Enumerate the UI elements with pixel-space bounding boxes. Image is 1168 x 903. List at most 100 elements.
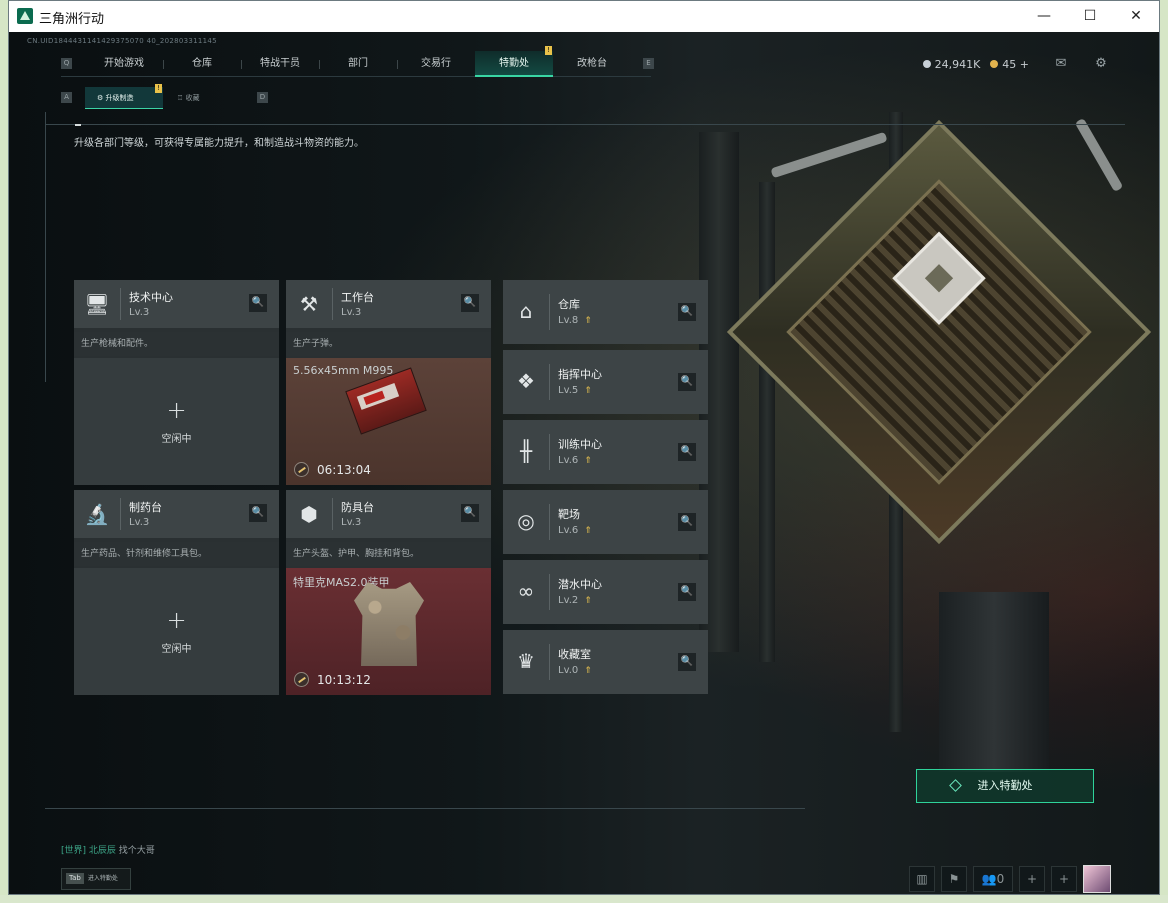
idle-slot[interactable]: + 空闲中 — [74, 358, 279, 485]
game-scene: CN.UID1844431141429375070 40_20280331114… — [9, 32, 1159, 894]
search-icon[interactable]: 🔍 — [249, 504, 267, 522]
subnav-next-key[interactable]: D — [257, 92, 268, 103]
tab-department[interactable]: 部门 — [319, 51, 397, 77]
subtab-collection[interactable]: ♖ 收藏 — [165, 87, 243, 109]
upgrade-arrow-icon: ⇑ — [584, 456, 592, 466]
production-timer: 10:13:12 — [294, 672, 371, 687]
room-level-value: Lv.6 — [558, 525, 579, 536]
workshop-card-armor[interactable]: ⬢ 防具台 Lv.3 🔍 生产头盔、护甲、胸挂和背包。 特里克MAS2.0装甲 … — [286, 490, 491, 695]
add-currency-button[interactable]: + — [1020, 58, 1029, 71]
search-icon[interactable]: 🔍 — [678, 583, 696, 601]
product-name: 5.56x45mm M995 — [293, 364, 394, 377]
tab-trading[interactable]: 交易行 — [397, 51, 475, 77]
tab-gunsmith[interactable]: 改枪台 — [553, 51, 631, 77]
tools-icon: ⚒ — [300, 292, 318, 316]
card-divider — [549, 434, 550, 470]
card-title: 技术中心 — [129, 291, 173, 304]
search-icon[interactable]: 🔍 — [249, 294, 267, 312]
diamond-icon — [949, 779, 962, 792]
search-icon[interactable]: 🔍 — [678, 443, 696, 461]
cube-pedestal — [939, 592, 1049, 772]
timer-value: 06:13:04 — [317, 462, 371, 477]
collection-icon: ♛ — [517, 649, 535, 673]
add-plus-icon[interactable]: + — [1051, 866, 1077, 892]
tickets-display: 45 + — [990, 58, 1029, 71]
subtab-upgrade-craft[interactable]: ⚙ 升级制造 — [85, 87, 163, 109]
card-title: 制药台 — [129, 501, 162, 514]
subnav-prev-key[interactable]: A — [61, 92, 72, 103]
room-command[interactable]: ❖ 指挥中心 Lv.5 ⇑ 🔍 — [503, 350, 708, 414]
search-icon[interactable]: 🔍 — [678, 373, 696, 391]
search-icon[interactable]: 🔍 — [461, 294, 479, 312]
room-diving[interactable]: ∞ 潜水中心 Lv.2 ⇑ 🔍 — [503, 560, 708, 624]
plus-icon: + — [166, 396, 187, 424]
game-window: 三角洲行动 — ☐ ✕ CN.UID1844431141429375070 40… — [8, 0, 1160, 895]
tab-special-ops[interactable]: 特勤处 — [475, 51, 553, 77]
close-button[interactable]: ✕ — [1113, 1, 1159, 32]
room-training[interactable]: ╫ 训练中心 Lv.6 ⇑ 🔍 — [503, 420, 708, 484]
idle-status: 空闲中 — [161, 434, 192, 445]
production-timer: 06:13:04 — [294, 462, 371, 477]
search-icon[interactable]: 🔍 — [678, 513, 696, 531]
tab-start-game[interactable]: 开始游戏 — [85, 51, 163, 77]
stats-chart-icon[interactable]: ▥ — [909, 866, 935, 892]
production-slot[interactable]: 特里克MAS2.0装甲 10:13:12 — [286, 568, 491, 695]
tab-hint[interactable]: Tab 进入特勤处 — [61, 868, 131, 890]
nav-next-key[interactable]: E — [643, 58, 654, 69]
room-range[interactable]: ◎ 靶场 Lv.6 ⇑ 🔍 — [503, 490, 708, 554]
minimize-button[interactable]: — — [1021, 1, 1067, 32]
room-title: 仓库 — [558, 298, 580, 311]
card-level: Lv.3 — [341, 517, 362, 528]
room-collection[interactable]: ♛ 收藏室 Lv.0 ⇑ 🔍 — [503, 630, 708, 694]
diving-icon: ∞ — [517, 579, 535, 603]
search-icon[interactable]: 🔍 — [678, 653, 696, 671]
workshop-card-tech[interactable]: 🖥 技术中心 Lv.3 🔍 生产枪械和配件。 + 空闲中 — [74, 280, 279, 485]
coins-display: 24,941K — [922, 58, 980, 71]
card-divider — [120, 498, 121, 530]
ticket-icon — [990, 59, 999, 68]
upgrade-arrow-icon: ⇑ — [584, 666, 592, 676]
flag-icon[interactable]: ⚑ — [941, 866, 967, 892]
mail-icon[interactable]: ✉ — [1053, 56, 1069, 72]
room-level-value: Lv.6 — [558, 455, 579, 466]
chat-text: 找个大哥 — [118, 846, 155, 856]
craft-icon: ⚙ — [97, 94, 106, 102]
subtab-collection-label: 收藏 — [185, 94, 200, 102]
workshop-card-pharmacy[interactable]: 🔬 制药台 Lv.3 🔍 生产药品、针剂和维修工具包。 + 空闲中 — [74, 490, 279, 695]
settings-gear-icon[interactable]: ⚙ — [1093, 56, 1109, 72]
room-level: Lv.5 ⇑ — [558, 385, 592, 396]
chat-channel: [世界] — [61, 846, 87, 856]
room-warehouse[interactable]: ⌂ 仓库 Lv.8 ⇑ 🔍 — [503, 280, 708, 344]
timer-icon — [294, 462, 309, 477]
tab-hint-label: 进入特勤处 — [87, 875, 118, 882]
currency-bar: 24,941K 45 + ✉ ⚙ — [922, 55, 1109, 73]
card-level: Lv.3 — [129, 307, 150, 318]
target-icon: ◎ — [517, 509, 535, 533]
production-slot[interactable]: 5.56x45mm M995 06:13:04 — [286, 358, 491, 485]
frame-line — [45, 808, 805, 809]
tab-operators[interactable]: 特战干员 — [241, 51, 319, 77]
card-divider — [549, 644, 550, 680]
friends-icon: 👥 — [981, 872, 997, 886]
enter-special-ops-button[interactable]: 进入特勤处 — [916, 769, 1094, 803]
room-level: Lv.2 ⇑ — [558, 595, 592, 606]
microscope-icon: 🔬 — [84, 502, 110, 526]
enter-special-ops-label: 进入特勤处 — [977, 779, 1033, 792]
avatar[interactable] — [1083, 865, 1111, 893]
workshop-card-workbench[interactable]: ⚒ 工作台 Lv.3 🔍 生产子弹。 5.56x45mm M995 06:13:… — [286, 280, 491, 485]
card-divider — [549, 504, 550, 540]
tab-warehouse[interactable]: 仓库 — [163, 51, 241, 77]
idle-slot[interactable]: + 空闲中 — [74, 568, 279, 695]
card-divider — [332, 498, 333, 530]
add-friend-plus-icon[interactable]: + — [1019, 866, 1045, 892]
subtab-upgrade-craft-label: 升级制造 — [105, 94, 134, 102]
card-description: 生产子弹。 — [286, 332, 491, 356]
chat-message: [世界] 北辰辰 找个大哥 — [61, 843, 155, 856]
cube-interior — [786, 179, 1092, 485]
maximize-button[interactable]: ☐ — [1067, 1, 1113, 32]
search-icon[interactable]: 🔍 — [461, 504, 479, 522]
search-icon[interactable]: 🔍 — [678, 303, 696, 321]
nav-prev-key[interactable]: Q — [61, 58, 72, 69]
friends-button[interactable]: 👥0 — [973, 866, 1013, 892]
tab-key: Tab — [66, 873, 84, 884]
